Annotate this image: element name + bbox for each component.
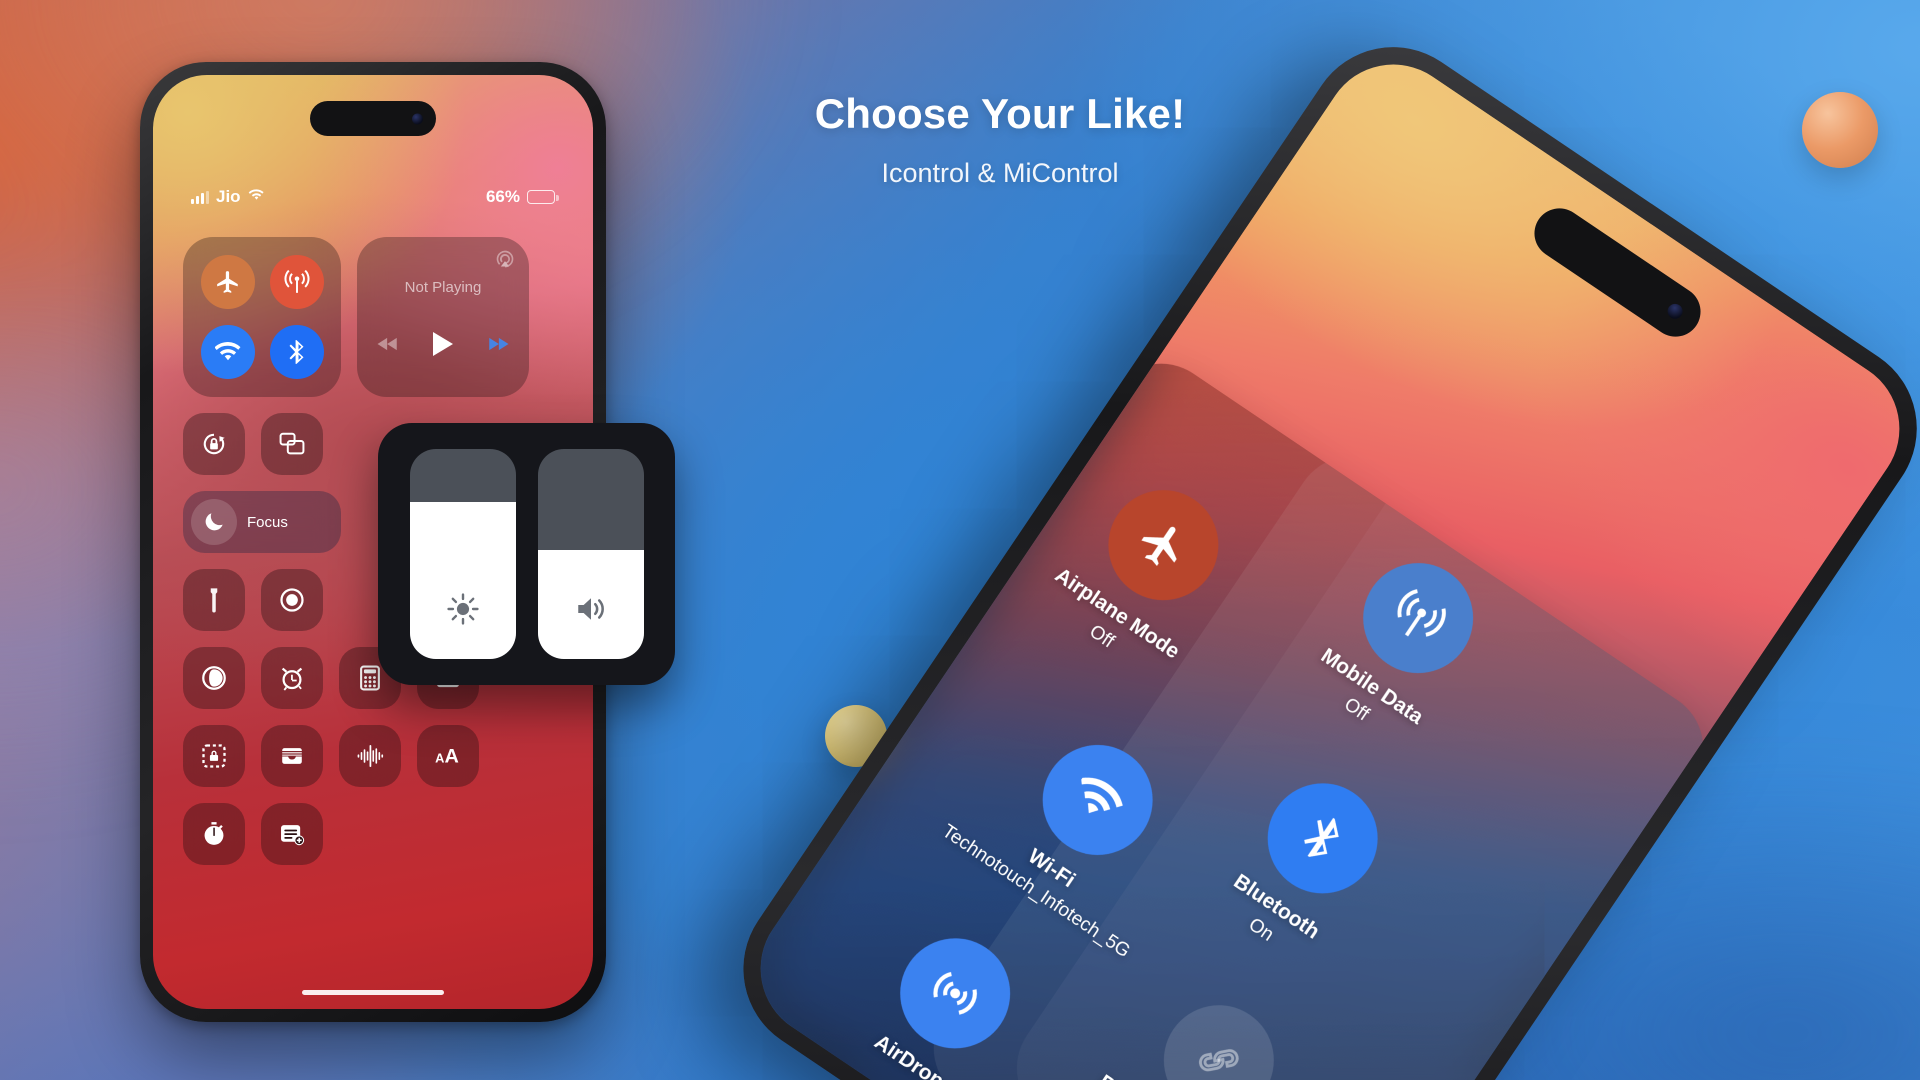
brightness-icon — [446, 592, 480, 631]
cellular-data-button[interactable] — [269, 255, 324, 309]
contrast-icon — [202, 666, 226, 690]
toggle-bluetooth[interactable]: Bluetooth On — [1159, 728, 1449, 1003]
cc-row-6 — [183, 803, 563, 865]
text-size-icon: AA — [435, 745, 459, 767]
rotation-lock-button[interactable] — [183, 413, 245, 475]
screen-mirroring-button[interactable] — [261, 413, 323, 475]
status-bar: Jio 66% — [153, 185, 593, 209]
fast-forward-icon[interactable] — [487, 337, 509, 351]
waveform-icon — [357, 745, 384, 767]
decorative-sphere-orange — [1802, 92, 1878, 168]
media-controls — [377, 331, 509, 356]
dark-mode-button[interactable] — [183, 647, 245, 709]
airplane-mode-button[interactable] — [200, 255, 255, 309]
cc-row-1: Not Playing — [183, 237, 563, 397]
bluetooth-icon — [289, 340, 303, 364]
airplane-icon — [216, 271, 238, 293]
connectivity-tile[interactable] — [183, 237, 341, 397]
brightness-fill — [409, 501, 516, 659]
cc-row-5: AA — [183, 725, 563, 787]
calculator-icon — [360, 665, 380, 691]
flashlight-button[interactable] — [183, 569, 245, 631]
bluetooth-button[interactable] — [269, 325, 324, 379]
svg-text:A: A — [435, 750, 444, 765]
dynamic-island-notch — [310, 101, 436, 136]
play-icon[interactable] — [433, 331, 453, 356]
wifi-icon — [248, 186, 265, 208]
focus-label: Focus — [247, 513, 288, 531]
speaker-icon — [574, 592, 608, 631]
wifi-icon — [214, 342, 240, 361]
airplay-icon[interactable] — [495, 249, 515, 274]
wifi-button[interactable] — [200, 325, 255, 379]
quick-note-button[interactable] — [261, 803, 323, 865]
text-size-button[interactable]: AA — [417, 725, 479, 787]
signal-bars-icon — [191, 190, 209, 204]
rotation-lock-icon — [203, 433, 225, 455]
guided-access-button[interactable] — [183, 725, 245, 787]
lock-scan-icon — [202, 744, 226, 768]
focus-tile[interactable]: Focus — [183, 491, 341, 553]
hotspot-link-icon — [1142, 983, 1296, 1080]
alarm-clock-icon — [281, 667, 303, 691]
sliders-popup — [378, 423, 675, 685]
record-icon — [280, 588, 304, 612]
toggle-airdrop[interactable]: AirDrop — [804, 883, 1081, 1080]
heading-block: Choose Your Like! Icontrol & MiControl — [560, 90, 1440, 189]
svg-text:A: A — [445, 745, 459, 767]
alarm-button[interactable] — [261, 647, 323, 709]
battery-icon — [527, 190, 559, 204]
screen-mirroring-icon — [279, 432, 305, 455]
cellular-icon — [283, 269, 310, 293]
home-indicator[interactable] — [302, 990, 444, 995]
wallet-icon — [282, 748, 302, 764]
battery-percent-label: 66% — [485, 187, 520, 206]
carrier-label: Jio — [216, 187, 241, 206]
page-subtitle: Icontrol & MiControl — [881, 158, 1119, 188]
moon-icon — [191, 499, 237, 545]
rewind-icon[interactable] — [377, 337, 399, 351]
timer-button[interactable] — [183, 803, 245, 865]
wallet-button[interactable] — [261, 725, 323, 787]
screen-record-button[interactable] — [261, 569, 323, 631]
front-camera-icon-right — [1664, 300, 1686, 322]
stopwatch-icon — [204, 822, 224, 845]
note-add-icon — [281, 825, 305, 846]
sound-recognition-button[interactable] — [339, 725, 401, 787]
front-camera-icon — [412, 113, 423, 124]
flashlight-icon — [210, 588, 218, 613]
media-status-label: Not Playing — [404, 278, 482, 296]
toggle-mobile-data[interactable]: Mobile Data Off — [1255, 508, 1545, 783]
volume-slider[interactable] — [537, 449, 644, 659]
brightness-slider[interactable] — [409, 449, 516, 659]
page-title: Choose Your Like! — [814, 90, 1186, 137]
media-tile[interactable]: Not Playing — [357, 237, 529, 397]
